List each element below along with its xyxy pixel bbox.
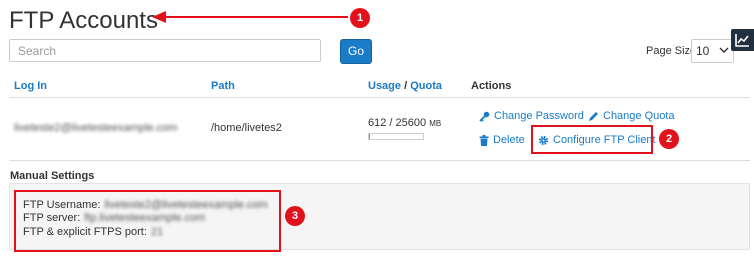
- usage-unit: MB: [429, 119, 442, 128]
- annotation-badge-3: 3: [285, 206, 305, 226]
- go-button[interactable]: Go: [340, 39, 372, 64]
- column-header-usage[interactable]: Usage: [368, 80, 401, 92]
- row-divider: [9, 160, 750, 161]
- manual-settings-title: Manual Settings: [10, 170, 95, 182]
- annotation-box-3: [14, 190, 281, 252]
- change-quota-link[interactable]: Change Quota: [588, 110, 675, 122]
- annotation-badge-1: 1: [350, 8, 370, 28]
- annotation-arrow-head: [152, 11, 166, 23]
- page-size-label: Page Size: [646, 45, 697, 57]
- stats-button[interactable]: [731, 29, 754, 51]
- pencil-icon: [589, 111, 598, 121]
- column-header-login[interactable]: Log In: [14, 80, 47, 92]
- usage-value: 612 / 25600: [368, 117, 427, 129]
- quota-progress-fill: [369, 134, 370, 139]
- column-header-separator: /: [404, 80, 408, 92]
- header-divider: [9, 97, 750, 98]
- column-header-actions: Actions: [471, 80, 512, 92]
- chevron-down-icon: [719, 47, 729, 53]
- delete-link[interactable]: Delete: [479, 134, 525, 146]
- account-login: liveteste2@livetesteexample.com: [14, 122, 178, 134]
- quota-progress-bar: [368, 133, 424, 140]
- delete-label: Delete: [493, 134, 525, 146]
- page-title: FTP Accounts: [9, 7, 158, 34]
- key-icon: [479, 111, 490, 122]
- change-password-label: Change Password: [494, 110, 584, 122]
- annotation-arrow-line: [165, 16, 348, 18]
- page-size-value: 10: [696, 44, 710, 58]
- trash-icon: [479, 134, 489, 146]
- column-header-usage-quota: Usage / Quota: [368, 80, 442, 92]
- column-header-path[interactable]: Path: [211, 80, 235, 92]
- change-quota-label: Change Quota: [603, 110, 675, 122]
- chart-line-icon: [735, 34, 749, 47]
- page-size-select[interactable]: 10: [691, 39, 734, 63]
- search-input[interactable]: [9, 39, 321, 62]
- annotation-badge-2: 2: [659, 129, 679, 149]
- column-header-quota[interactable]: Quota: [410, 80, 442, 92]
- account-path: /home/livetes2: [211, 122, 282, 134]
- change-password-link[interactable]: Change Password: [479, 110, 584, 122]
- account-usage: 612 / 25600 MB: [368, 117, 441, 129]
- annotation-box-2: [531, 125, 653, 154]
